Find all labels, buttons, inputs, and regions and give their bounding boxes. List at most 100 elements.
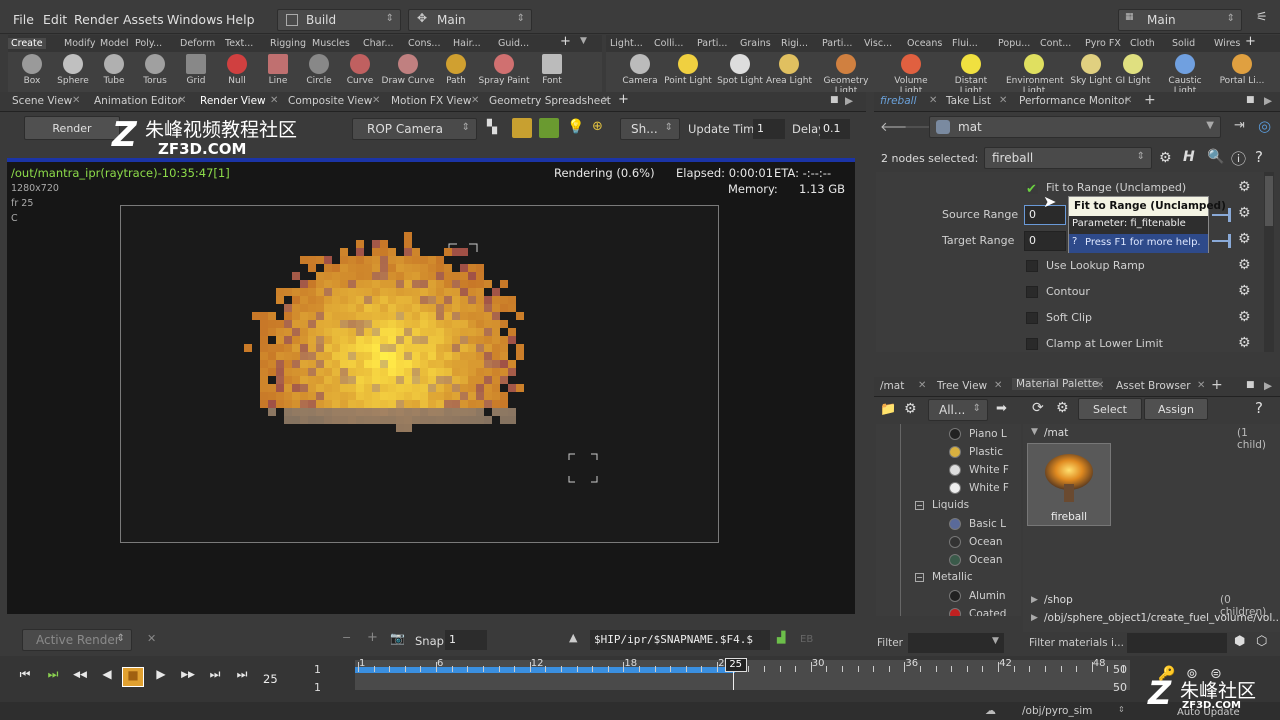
param-slider[interactable] <box>1212 214 1228 216</box>
assign-button[interactable]: Assign <box>1144 398 1208 420</box>
shelf-tab[interactable]: Flui... <box>952 38 978 49</box>
rop-camera-dropdown[interactable]: ROP Camera ⇕ <box>352 118 477 140</box>
tab-material-palette[interactable]: Material Palette <box>1012 378 1103 390</box>
start-frame-top[interactable]: 1 <box>314 663 321 676</box>
chevron-right-icon[interactable]: ▶ <box>1031 613 1038 623</box>
param-checkbox[interactable] <box>1026 260 1038 272</box>
close-tab-icon[interactable]: ✕ <box>1096 380 1104 391</box>
shelf-tab[interactable]: Modify <box>64 38 95 49</box>
close-snapshot-icon[interactable]: ✕ <box>147 632 156 645</box>
filter-field[interactable] <box>908 633 1004 653</box>
shelf-tool[interactable]: Area Light <box>761 52 817 86</box>
shelf-tab[interactable]: Colli... <box>654 38 683 49</box>
add-tab-icon[interactable]: + <box>1144 92 1156 108</box>
shelf-tool[interactable]: Volume Light <box>883 52 939 96</box>
param-gear-icon[interactable]: ⚙ <box>1238 231 1251 247</box>
tree-material-item[interactable]: Alumin <box>949 589 1019 605</box>
pane-maximize-icon[interactable]: ■ <box>1246 95 1255 105</box>
param-value-field[interactable]: 0 <box>1024 231 1066 251</box>
param-checkbox[interactable] <box>1026 338 1038 350</box>
search-icon[interactable]: 🔍 <box>1207 149 1224 165</box>
node-select-dropdown[interactable]: fireball ⇕ <box>984 147 1152 169</box>
tree-material-item[interactable]: Coated <box>949 607 1019 616</box>
shelf-tab[interactable]: Text... <box>225 38 253 49</box>
gear-icon[interactable]: ⚙ <box>904 401 917 417</box>
shelf-tab[interactable]: Muscles <box>312 38 350 49</box>
tree-collapse-icon[interactable]: − <box>915 501 924 510</box>
tab-mat[interactable]: /mat <box>880 380 904 392</box>
menu-edit[interactable]: Edit <box>43 12 67 27</box>
info-icon[interactable]: ⓘ <box>1231 148 1246 169</box>
desktop-main-right-dropdown[interactable]: ▦ Main ⇕ <box>1118 9 1242 31</box>
shelf-tab[interactable]: Guid... <box>498 38 529 49</box>
shelf-tool[interactable]: Circle <box>298 52 340 86</box>
arrow-right-icon[interactable]: ➡ <box>996 401 1007 416</box>
hexagon-icon[interactable]: ⬡ <box>1256 634 1267 649</box>
shelf-tab[interactable]: Pyro FX <box>1085 38 1121 49</box>
pane-maximize-icon[interactable]: ■ <box>830 95 839 105</box>
select-button[interactable]: Select <box>1078 398 1142 420</box>
scrollbar-thumb[interactable] <box>1265 176 1273 226</box>
snapshot-icon[interactable]: ▚ <box>487 120 497 135</box>
param-gear-icon[interactable]: ⚙ <box>1238 257 1251 273</box>
render-button[interactable]: Render <box>24 116 120 140</box>
current-frame-marker[interactable]: 25 <box>724 658 747 672</box>
add-shelf-right-icon[interactable]: + <box>1245 34 1256 49</box>
shelf-tab[interactable]: Solid <box>1172 38 1195 49</box>
stop-icon[interactable]: ■ <box>122 667 144 687</box>
shelf-tool[interactable]: GI Light <box>1105 52 1161 86</box>
param-checkbox[interactable]: ✔ <box>1026 182 1038 197</box>
menu-help[interactable]: Help <box>226 12 255 27</box>
shelf-tab[interactable]: Create <box>8 38 46 49</box>
shelf-tab[interactable]: Popu... <box>998 38 1030 49</box>
shelf-tab[interactable]: Visc... <box>864 38 892 49</box>
chevron-down-icon[interactable]: ▼ <box>992 636 999 646</box>
tab-asset-browser[interactable]: Asset Browser <box>1116 380 1191 392</box>
desktop-build-dropdown[interactable]: Build ⇕ <box>277 9 401 31</box>
menu-render[interactable]: Render <box>74 12 119 27</box>
play-reverse-icon[interactable]: ◀ <box>96 667 118 687</box>
tree-material-item[interactable]: Ocean <box>949 535 1019 551</box>
shelf-tool[interactable]: Curve <box>339 52 381 86</box>
zoom-icon[interactable]: ⊕ <box>592 119 603 134</box>
first-frame-icon[interactable]: ⏮ <box>14 667 36 687</box>
close-tab-icon[interactable]: ✕ <box>994 380 1002 391</box>
shelf-tool[interactable]: Box <box>11 52 53 86</box>
tree-material-item[interactable]: Piano L <box>949 427 1019 443</box>
cube-icon[interactable]: ⬢ <box>1234 634 1245 649</box>
shelf-tool[interactable]: Line <box>257 52 299 86</box>
pane-menu-icon[interactable]: ▶ <box>1264 95 1272 107</box>
link-icon[interactable]: ◎ <box>1258 117 1271 135</box>
param-gear-icon[interactable]: ⚙ <box>1238 179 1251 195</box>
pane-maximize-icon[interactable]: ■ <box>1246 380 1255 390</box>
param-gear-icon[interactable]: ⚙ <box>1238 309 1251 325</box>
shelf-tool[interactable]: Environment Light <box>1006 52 1063 96</box>
add-shelf-icon[interactable]: + <box>560 34 571 49</box>
sliders-icon[interactable]: ⚟ <box>1256 10 1268 25</box>
pane-tab[interactable]: Render View <box>200 95 266 107</box>
close-tab-icon[interactable]: ✕ <box>918 380 926 391</box>
add-tab-icon[interactable]: + <box>1211 377 1223 393</box>
chevron-right-icon[interactable]: ▶ <box>1031 595 1038 605</box>
menu-file[interactable]: File <box>13 12 34 27</box>
help-icon[interactable]: ? <box>1255 399 1263 417</box>
active-render-dropdown[interactable]: Active Render ⇕ <box>22 629 132 651</box>
param-gear-icon[interactable]: ⚙ <box>1238 205 1251 221</box>
delay-field[interactable]: 0.1 <box>820 119 850 139</box>
filter-all-dropdown[interactable]: All... ⇕ <box>928 399 988 421</box>
pane-menu-icon[interactable]: ▶ <box>1264 380 1272 392</box>
shelf-tool[interactable]: Draw Curve <box>380 52 436 86</box>
light-bulb-icon[interactable]: 💡 <box>567 119 584 135</box>
snap-field[interactable]: 1 <box>445 630 487 650</box>
shelf-tab[interactable]: Parti... <box>822 38 852 49</box>
tab-tree-view[interactable]: Tree View <box>937 380 987 392</box>
shelf-tab[interactable]: Model <box>100 38 129 49</box>
shelf-tool[interactable]: Path <box>435 52 477 86</box>
pane-tab[interactable]: Animation Editor <box>94 95 182 107</box>
shading-dropdown[interactable]: Sh... ⇕ <box>620 118 680 140</box>
param-slider-handle[interactable] <box>1228 234 1231 248</box>
close-tab-icon[interactable]: ✕ <box>178 95 186 106</box>
param-scrollbar[interactable] <box>1264 172 1274 352</box>
filter-materials-field[interactable] <box>1127 633 1227 653</box>
shelf-tool[interactable]: Sphere <box>52 52 94 86</box>
